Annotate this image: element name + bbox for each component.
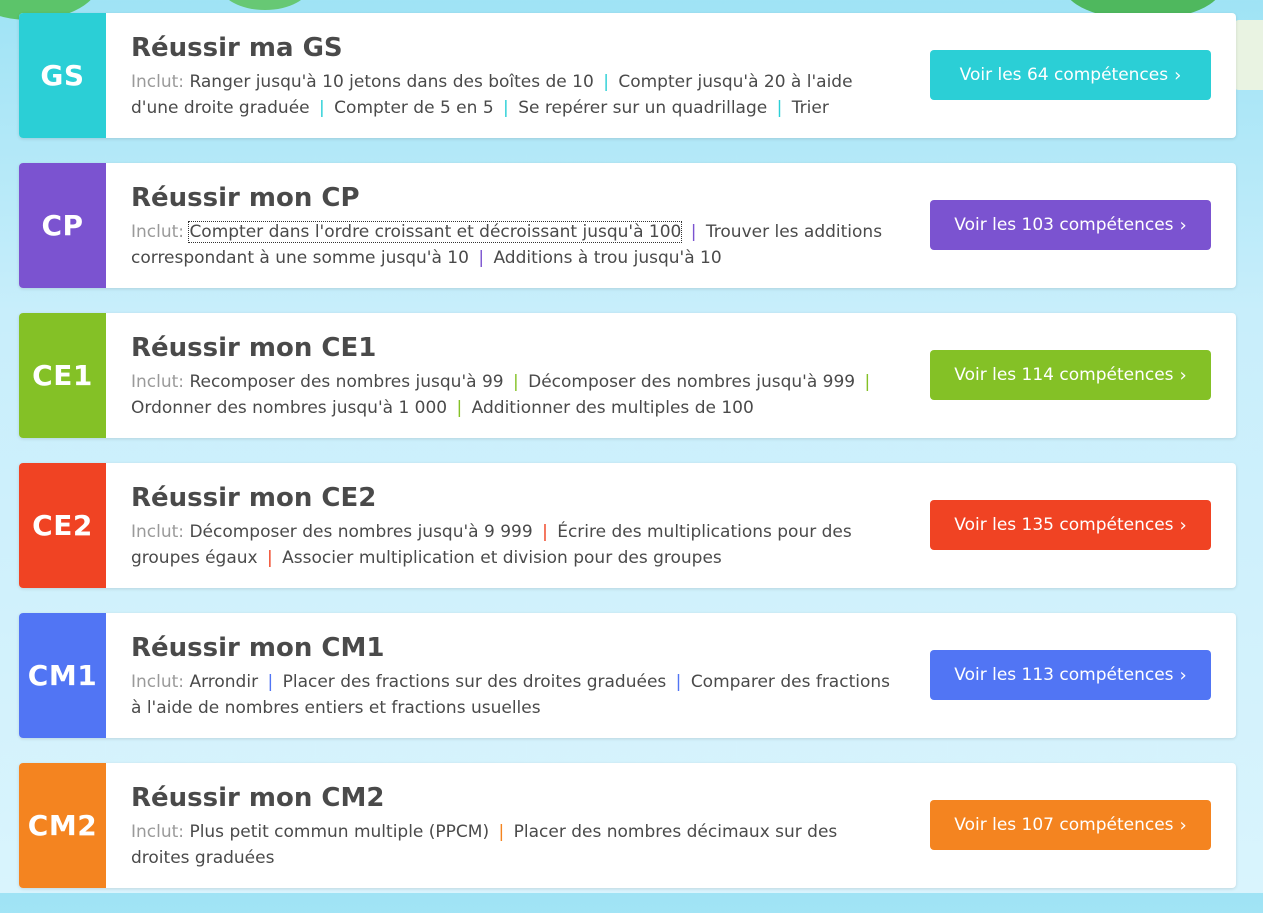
skills-list: Inclut: Compter dans l'ordre croissant e… bbox=[131, 219, 896, 271]
view-skills-button[interactable]: Voir les 135 compétences › bbox=[930, 500, 1211, 550]
skill-link[interactable]: Associer multiplication et division pour… bbox=[282, 548, 722, 568]
skill-link[interactable]: Ordonner des nombres jusqu'à 1 000 bbox=[131, 398, 447, 418]
chevron-right-icon: › bbox=[1179, 514, 1187, 536]
includes-label: Inclut: bbox=[131, 672, 185, 692]
skill-separator: | bbox=[675, 672, 682, 692]
grade-card-cp: CP Réussir mon CP Inclut: Compter dans l… bbox=[19, 163, 1236, 288]
chevron-right-icon: › bbox=[1179, 214, 1187, 236]
grade-badge: CE2 bbox=[19, 463, 106, 588]
skill-link[interactable]: Trier bbox=[792, 98, 829, 118]
skill-link[interactable]: Arrondir bbox=[189, 672, 258, 692]
includes-label: Inclut: bbox=[131, 222, 185, 242]
skill-separator: | bbox=[603, 72, 609, 92]
view-skills-button[interactable]: Voir les 103 compétences › bbox=[930, 200, 1211, 250]
skill-separator: | bbox=[456, 398, 463, 418]
skill-separator: | bbox=[267, 672, 274, 692]
grade-card-cm2: CM2 Réussir mon CM2 Inclut: Plus petit c… bbox=[19, 763, 1236, 888]
card-content: Réussir mon CM1 Inclut: Arrondir | Place… bbox=[131, 631, 896, 721]
skills-list: Inclut: Plus petit commun multiple (PPCM… bbox=[131, 819, 896, 871]
card-content: Réussir mon CE1 Inclut: Recomposer des n… bbox=[131, 331, 896, 421]
grade-card-gs: GS Réussir ma GS Inclut: Ranger jusqu'à … bbox=[19, 13, 1236, 138]
skills-list: Inclut: Recomposer des nombres jusqu'à 9… bbox=[131, 369, 896, 421]
view-skills-button-label: Voir les 114 compétences bbox=[954, 365, 1174, 385]
skill-link[interactable]: Additionner des multiples de 100 bbox=[472, 398, 754, 418]
skills-list: Inclut: Ranger jusqu'à 10 jetons dans de… bbox=[131, 69, 896, 121]
grade-badge: CM1 bbox=[19, 613, 106, 738]
skill-link[interactable]: Décomposer des nombres jusqu'à 9 999 bbox=[189, 522, 532, 542]
chevron-right-icon: › bbox=[1179, 364, 1187, 386]
skill-separator: | bbox=[512, 372, 519, 392]
view-skills-button[interactable]: Voir les 64 compétences › bbox=[930, 50, 1211, 100]
grade-badge: CM2 bbox=[19, 763, 106, 888]
view-skills-button-label: Voir les 64 compétences bbox=[959, 65, 1169, 85]
skill-separator: | bbox=[498, 822, 505, 842]
card-title: Réussir mon CM2 bbox=[131, 783, 385, 813]
chevron-right-icon: › bbox=[1179, 664, 1187, 686]
background-decoration bbox=[220, 0, 310, 10]
includes-label: Inclut: bbox=[131, 522, 185, 542]
card-content: Réussir mon CE2 Inclut: Décomposer des n… bbox=[131, 481, 896, 571]
chevron-right-icon: › bbox=[1174, 64, 1182, 86]
skill-separator: | bbox=[542, 522, 548, 542]
grade-card-cm1: CM1 Réussir mon CM1 Inclut: Arrondir | P… bbox=[19, 613, 1236, 738]
skill-link[interactable]: Additions à trou jusqu'à 10 bbox=[493, 248, 721, 268]
skills-list: Inclut: Décomposer des nombres jusqu'à 9… bbox=[131, 519, 896, 571]
card-content: Réussir ma GS Inclut: Ranger jusqu'à 10 … bbox=[131, 31, 896, 121]
skills-list: Inclut: Arrondir | Placer des fractions … bbox=[131, 669, 896, 721]
grade-badge: GS bbox=[19, 13, 106, 138]
card-title: Réussir mon CE1 bbox=[131, 333, 377, 363]
includes-label: Inclut: bbox=[131, 372, 185, 392]
skill-link[interactable]: Ranger jusqu'à 10 jetons dans des boîtes… bbox=[189, 72, 593, 92]
skill-separator: | bbox=[690, 222, 697, 242]
view-skills-button-label: Voir les 107 compétences bbox=[954, 815, 1174, 835]
skill-link[interactable]: Compter dans l'ordre croissant et décroi… bbox=[188, 221, 683, 243]
view-skills-button[interactable]: Voir les 114 compétences › bbox=[930, 350, 1211, 400]
skill-separator: | bbox=[319, 98, 325, 118]
skill-separator: | bbox=[776, 98, 783, 118]
grade-badge: CP bbox=[19, 163, 106, 288]
skill-link[interactable]: Plus petit commun multiple (PPCM) bbox=[189, 822, 489, 842]
grade-card-ce1: CE1 Réussir mon CE1 Inclut: Recomposer d… bbox=[19, 313, 1236, 438]
grade-badge: CE1 bbox=[19, 313, 106, 438]
skill-link[interactable]: Compter de 5 en 5 bbox=[334, 98, 493, 118]
skill-separator: | bbox=[478, 248, 485, 268]
card-title: Réussir mon CM1 bbox=[131, 633, 385, 663]
skill-link[interactable]: Se repérer sur un quadrillage bbox=[518, 98, 767, 118]
card-title: Réussir mon CP bbox=[131, 183, 360, 213]
card-content: Réussir mon CP Inclut: Compter dans l'or… bbox=[131, 181, 896, 271]
view-skills-button-label: Voir les 103 compétences bbox=[954, 215, 1174, 235]
view-skills-button[interactable]: Voir les 113 compétences › bbox=[930, 650, 1211, 700]
includes-label: Inclut: bbox=[131, 72, 185, 92]
skill-link[interactable]: Recomposer des nombres jusqu'à 99 bbox=[189, 372, 503, 392]
grade-card-list: GS Réussir ma GS Inclut: Ranger jusqu'à … bbox=[19, 13, 1236, 913]
chevron-right-icon: › bbox=[1179, 814, 1187, 836]
includes-label: Inclut: bbox=[131, 822, 185, 842]
view-skills-button-label: Voir les 113 compétences bbox=[954, 665, 1174, 685]
skill-separator: | bbox=[503, 98, 509, 118]
grade-card-ce2: CE2 Réussir mon CE2 Inclut: Décomposer d… bbox=[19, 463, 1236, 588]
skill-separator: | bbox=[267, 548, 273, 568]
skill-separator: | bbox=[864, 372, 871, 392]
view-skills-button-label: Voir les 135 compétences bbox=[954, 515, 1174, 535]
view-skills-button[interactable]: Voir les 107 compétences › bbox=[930, 800, 1211, 850]
card-title: Réussir ma GS bbox=[131, 33, 343, 63]
skill-link[interactable]: Décomposer des nombres jusqu'à 999 bbox=[528, 372, 855, 392]
card-title: Réussir mon CE2 bbox=[131, 483, 377, 513]
card-content: Réussir mon CM2 Inclut: Plus petit commu… bbox=[131, 781, 896, 871]
background-decoration bbox=[1233, 20, 1263, 90]
skill-link[interactable]: Placer des fractions sur des droites gra… bbox=[283, 672, 667, 692]
